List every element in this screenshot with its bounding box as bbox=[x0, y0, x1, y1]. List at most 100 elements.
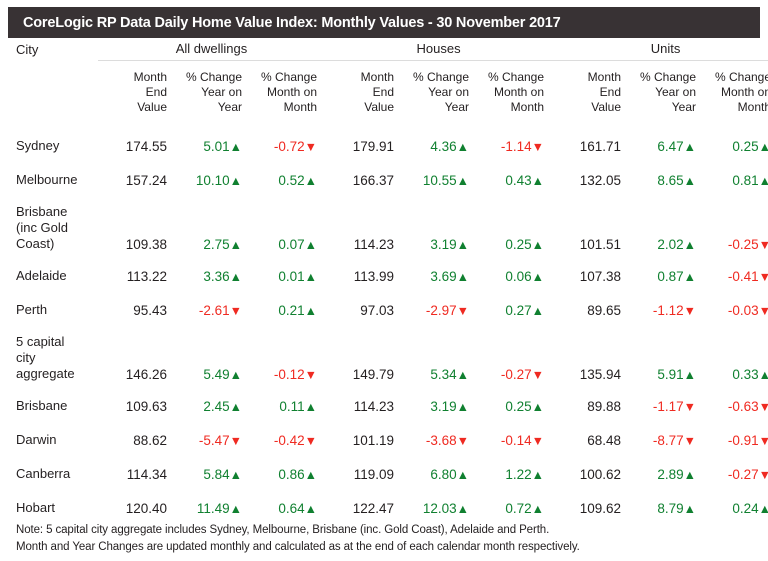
cell-all-dwellings-month-end-value: 109.63 bbox=[125, 399, 167, 414]
cell-houses-month-end-value: 114.23 bbox=[353, 237, 395, 252]
arrow-up-icon: ▲ bbox=[758, 140, 768, 154]
arrow-up-icon: ▲ bbox=[683, 502, 697, 516]
cell-units-month-on-month: -0.41▼ bbox=[704, 259, 768, 293]
percent-value: -0.12 bbox=[273, 367, 305, 382]
cell-houses-month-end-value: 101.19 bbox=[352, 433, 395, 448]
percent-value: 8.65 bbox=[657, 173, 684, 188]
sub-header-row: Month End Value % Change Year on Year % … bbox=[0, 61, 768, 130]
cell-houses-month-on-month: 1.22▲ bbox=[477, 457, 552, 491]
cell-houses-month-end-value: 119.09 bbox=[353, 467, 395, 482]
percent-value: 6.47 bbox=[657, 139, 684, 154]
percent-value: -2.61 bbox=[198, 303, 230, 318]
sub-header-all-yoy: % Change Year on Year bbox=[185, 70, 242, 114]
arrow-down-icon: ▼ bbox=[758, 238, 768, 252]
cell-all-dwellings-month-end-value: 146.26 bbox=[125, 367, 167, 382]
sub-header-all-month-end-value: Month End Value bbox=[133, 70, 167, 114]
arrow-up-icon: ▲ bbox=[229, 468, 242, 482]
cell-units-month-end-value: 161.71 bbox=[579, 139, 622, 154]
row-city-label: Adelaide bbox=[16, 268, 67, 283]
percent-value: 2.75 bbox=[203, 237, 230, 252]
percent-value: 5.34 bbox=[430, 367, 457, 382]
row-city-label: Melbourne bbox=[16, 172, 78, 187]
cell-all-dwellings-month-end-value: 114.34 bbox=[126, 467, 167, 482]
percent-value: 4.36 bbox=[430, 139, 457, 154]
cell-houses-year-on-year: 4.36▲ bbox=[402, 129, 477, 163]
percent-value: 0.24 bbox=[732, 501, 759, 516]
percent-value: 0.07 bbox=[278, 237, 305, 252]
percent-value: -5.47 bbox=[198, 433, 230, 448]
percent-value: 0.21 bbox=[278, 303, 305, 318]
arrow-down-icon: ▼ bbox=[304, 368, 318, 382]
percent-value: -0.03 bbox=[727, 303, 759, 318]
table-row: Brisbane 109.63 2.45▲ 0.11▲ 114.23 3.19▲ 0.25▲… bbox=[0, 389, 768, 423]
arrow-up-icon: ▲ bbox=[758, 174, 768, 188]
arrow-up-icon: ▲ bbox=[304, 174, 318, 188]
arrow-up-icon: ▲ bbox=[683, 174, 697, 188]
cell-houses-year-on-year: 3.69▲ bbox=[402, 259, 477, 293]
cell-units-month-end-value: 68.48 bbox=[587, 433, 622, 448]
cell-all-dwellings-month-end-value: 157.24 bbox=[125, 173, 167, 188]
cell-houses-year-on-year: 5.34▲ bbox=[402, 327, 477, 389]
table-row: 5 capital city aggregate 146.26 5.49▲ -0.12… bbox=[0, 327, 768, 389]
cell-units-month-on-month: -0.25▼ bbox=[704, 197, 768, 259]
cell-all-dwellings-year-on-year: -5.47▼ bbox=[175, 423, 250, 457]
percent-value: 0.81 bbox=[732, 173, 759, 188]
percent-value: 0.25 bbox=[732, 139, 759, 154]
arrow-up-icon: ▲ bbox=[456, 238, 470, 252]
percent-value: -0.25 bbox=[727, 237, 759, 252]
cell-houses-month-on-month: 0.06▲ bbox=[477, 259, 552, 293]
percent-value: 5.84 bbox=[203, 467, 230, 482]
percent-value: -0.27 bbox=[727, 467, 759, 482]
cell-all-dwellings-month-end-value: 120.40 bbox=[125, 501, 167, 516]
cell-units-year-on-year: -8.77▼ bbox=[629, 423, 704, 457]
cell-all-dwellings-month-end-value: 113.22 bbox=[126, 269, 167, 284]
cell-units-month-on-month: -0.91▼ bbox=[704, 423, 768, 457]
cell-units-month-on-month: 0.25▲ bbox=[704, 129, 768, 163]
percent-value: -0.27 bbox=[500, 367, 532, 382]
cell-units-year-on-year: 5.91▲ bbox=[629, 327, 704, 389]
percent-value: 0.86 bbox=[278, 467, 305, 482]
cell-all-dwellings-year-on-year: 5.49▲ bbox=[175, 327, 250, 389]
arrow-down-icon: ▼ bbox=[758, 434, 768, 448]
percent-value: 3.19 bbox=[430, 399, 457, 414]
arrow-up-icon: ▲ bbox=[456, 270, 470, 284]
arrow-up-icon: ▲ bbox=[758, 502, 768, 516]
arrow-up-icon: ▲ bbox=[758, 368, 768, 382]
sub-header-units-mom: % Change Month on Month bbox=[714, 70, 768, 114]
percent-value: 0.52 bbox=[278, 173, 305, 188]
cell-houses-year-on-year: -3.68▼ bbox=[402, 423, 477, 457]
cell-all-dwellings-month-end-value: 88.62 bbox=[133, 433, 167, 448]
row-city-label: Hobart bbox=[16, 500, 56, 515]
arrow-down-icon: ▼ bbox=[304, 434, 318, 448]
cell-units-month-on-month: -0.63▼ bbox=[704, 389, 768, 423]
percent-value: 3.36 bbox=[203, 269, 230, 284]
cell-all-dwellings-month-end-value: 174.55 bbox=[125, 139, 167, 154]
arrow-up-icon: ▲ bbox=[456, 140, 470, 154]
row-city-label: Perth bbox=[16, 302, 48, 317]
row-city-label: Canberra bbox=[16, 466, 71, 481]
cell-houses-year-on-year: 12.03▲ bbox=[402, 491, 477, 525]
arrow-up-icon: ▲ bbox=[304, 304, 318, 318]
home-value-index-table-page: CoreLogic RP Data Daily Home Value Index… bbox=[0, 0, 768, 561]
percent-value: 3.19 bbox=[430, 237, 457, 252]
group-header-houses: Houses bbox=[325, 41, 553, 61]
percent-value: 10.55 bbox=[422, 173, 457, 188]
percent-value: 6.80 bbox=[430, 467, 457, 482]
row-city-label: Brisbane (inc Gold Coast) bbox=[16, 204, 69, 251]
sub-header-houses-month-end-value: Month End Value bbox=[360, 70, 395, 114]
cell-houses-year-on-year: 3.19▲ bbox=[402, 197, 477, 259]
arrow-up-icon: ▲ bbox=[531, 400, 545, 414]
cell-houses-year-on-year: -2.97▼ bbox=[402, 293, 477, 327]
cell-units-month-end-value: 101.51 bbox=[579, 237, 622, 252]
table-row: Adelaide 113.22 3.36▲ 0.01▲ 113.99 3.69▲ 0.06▲… bbox=[0, 259, 768, 293]
page-title: CoreLogic RP Data Daily Home Value Index… bbox=[23, 14, 561, 31]
percent-value: 0.43 bbox=[505, 173, 532, 188]
arrow-down-icon: ▼ bbox=[229, 304, 242, 318]
percent-value: 0.64 bbox=[278, 501, 305, 516]
arrow-down-icon: ▼ bbox=[304, 140, 318, 154]
percent-value: -0.63 bbox=[727, 399, 759, 414]
percent-value: -3.68 bbox=[425, 433, 457, 448]
footnote-line-1: Note: 5 capital city aggregate includes … bbox=[16, 524, 550, 536]
cell-units-year-on-year: 8.79▲ bbox=[629, 491, 704, 525]
table-row: Darwin 88.62 -5.47▼ -0.42▼ 101.19 -3.68▼ -0.14… bbox=[0, 423, 768, 457]
